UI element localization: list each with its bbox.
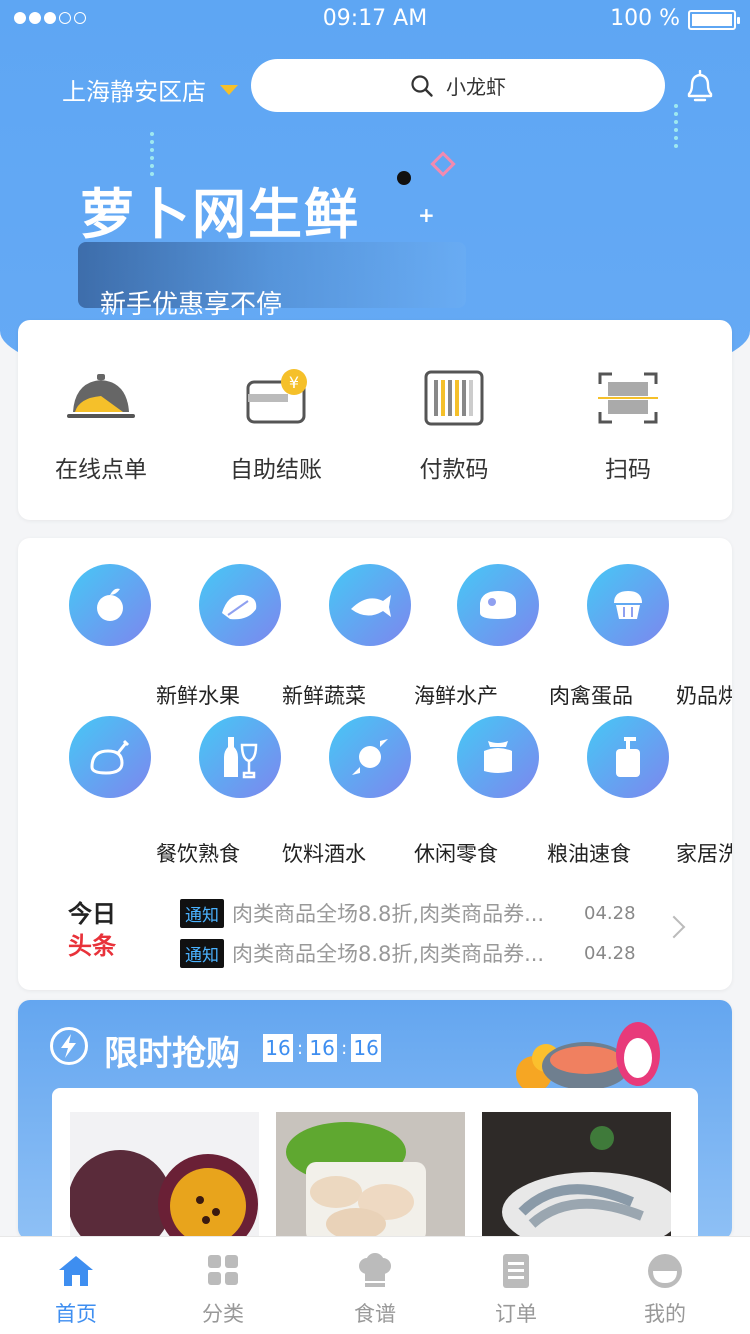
scan-icon [590, 368, 666, 430]
bottom-tab-bar: 首页 分类 食谱 订单 我的 [0, 1236, 750, 1334]
category-label[interactable]: 餐饮熟食 [156, 838, 240, 868]
store-selector[interactable]: 上海静安区店 [62, 72, 238, 107]
rice-bag-icon[interactable] [457, 716, 539, 798]
bubbles-decoration [674, 100, 682, 152]
yen-card-icon: ¥ [238, 368, 314, 430]
news-text: 肉类商品全场8.8折,肉类商品券... [232, 942, 545, 966]
countdown-minutes: 16 [307, 1034, 338, 1062]
battery-icon [688, 10, 740, 30]
grid-icon [208, 1255, 238, 1285]
dot-decoration [397, 171, 411, 185]
service-label: 扫码 [605, 457, 651, 483]
tab-home[interactable]: 首页 [16, 1253, 136, 1328]
fruit-icon[interactable] [69, 564, 151, 646]
category-label[interactable]: 新鲜蔬菜 [282, 680, 366, 710]
news-item[interactable]: 通知 肉类商品全场8.8折,肉类商品券... [180, 898, 544, 928]
banner-subtitle: 新手优惠享不停 [100, 290, 283, 320]
flash-sale-section: 限时抢购 16 : 16 : 16 [18, 1000, 732, 1240]
order-list-icon [503, 1254, 529, 1288]
tab-label: 分类 [202, 1302, 244, 1326]
tab-category[interactable]: 分类 [163, 1253, 283, 1328]
status-bar: 09:17 AM 100 % [0, 0, 750, 40]
home-icon [59, 1256, 93, 1286]
search-icon [411, 74, 433, 97]
service-online-order[interactable]: 在线点单 [21, 368, 181, 484]
category-label[interactable]: 肉禽蛋品 [549, 680, 633, 710]
search-query: 小龙虾 [446, 75, 506, 99]
countdown-timer: 16 : 16 : 16 [263, 1034, 382, 1062]
services-card: 在线点单 ¥ 自助结账 付款码 扫码 [18, 320, 732, 520]
chicken-icon[interactable] [69, 716, 151, 798]
banner-title: 萝卜网生鲜 [80, 183, 360, 246]
vegetable-icon[interactable] [199, 564, 281, 646]
categories-card: 新鲜水果 新鲜蔬菜 海鲜水产 肉禽蛋品 奶品烘焙 餐饮熟食 饮料酒水 休闲零食 … [18, 538, 732, 990]
store-name: 上海静安区店 [62, 78, 206, 106]
tab-label: 我的 [644, 1302, 686, 1326]
category-label[interactable]: 奶品烘焙 [676, 680, 732, 710]
category-label[interactable]: 海鲜水产 [414, 680, 498, 710]
fresh-produce-illustration [516, 1022, 660, 1092]
tab-orders[interactable]: 订单 [456, 1253, 576, 1328]
news-date: 04.28 [584, 943, 636, 964]
battery-percent: 100 % [610, 6, 680, 31]
lightning-icon [50, 1027, 88, 1065]
service-label: 付款码 [419, 457, 489, 483]
chef-hat-icon [359, 1253, 391, 1287]
category-label[interactable]: 新鲜水果 [156, 680, 240, 710]
tab-label: 订单 [495, 1302, 537, 1326]
category-label[interactable]: 家居洗护 [676, 838, 732, 868]
service-label: 在线点单 [55, 457, 147, 483]
news-tag: 通知 [180, 938, 224, 968]
meat-icon[interactable] [457, 564, 539, 646]
pump-bottle-icon[interactable] [587, 716, 669, 798]
headlines-logo-line2: 头条 [68, 932, 116, 960]
news-text: 肉类商品全场8.8折,肉类商品券... [232, 902, 545, 926]
news-date: 04.28 [584, 903, 636, 924]
category-label[interactable]: 休闲零食 [414, 838, 498, 868]
svg-text:¥: ¥ [289, 373, 299, 392]
bell-icon[interactable] [684, 70, 716, 104]
tab-recipes[interactable]: 食谱 [315, 1253, 435, 1328]
category-label[interactable]: 粮油速食 [547, 838, 631, 868]
chevron-right-icon[interactable] [662, 915, 686, 939]
category-label[interactable]: 饮料酒水 [282, 838, 366, 868]
service-label: 自助结账 [230, 457, 322, 483]
candy-icon[interactable] [329, 716, 411, 798]
service-scan[interactable]: 扫码 [548, 368, 708, 484]
fish-icon[interactable] [329, 564, 411, 646]
headlines-logo: 今日 头条 [68, 898, 134, 962]
flash-sale-title: 限时抢购 [104, 1034, 240, 1074]
product-chicken-wings[interactable] [276, 1112, 465, 1240]
tab-label: 首页 [55, 1302, 97, 1326]
plus-decoration: + [418, 203, 435, 227]
caret-down-icon [220, 84, 238, 95]
tab-label: 食谱 [354, 1302, 396, 1326]
search-input[interactable]: 小龙虾 [251, 59, 665, 112]
product-passion-fruit[interactable] [70, 1112, 259, 1240]
countdown-hours: 16 [263, 1034, 293, 1062]
service-self-checkout[interactable]: ¥ 自助结账 [196, 368, 356, 484]
news-tag: 通知 [180, 898, 224, 928]
headlines-logo-line1: 今日 [68, 900, 116, 928]
countdown-seconds: 16 [351, 1034, 382, 1062]
service-payment-code[interactable]: 付款码 [374, 368, 534, 484]
wine-icon[interactable] [199, 716, 281, 798]
news-item[interactable]: 通知 肉类商品全场8.8折,肉类商品券... [180, 938, 544, 968]
tab-profile[interactable]: 我的 [605, 1253, 725, 1328]
product-shrimp[interactable] [482, 1112, 671, 1240]
cloche-icon [63, 368, 139, 430]
barcode-icon [416, 368, 492, 430]
cake-icon[interactable] [587, 564, 669, 646]
flash-sale-products [52, 1088, 698, 1240]
profile-icon [648, 1254, 682, 1288]
